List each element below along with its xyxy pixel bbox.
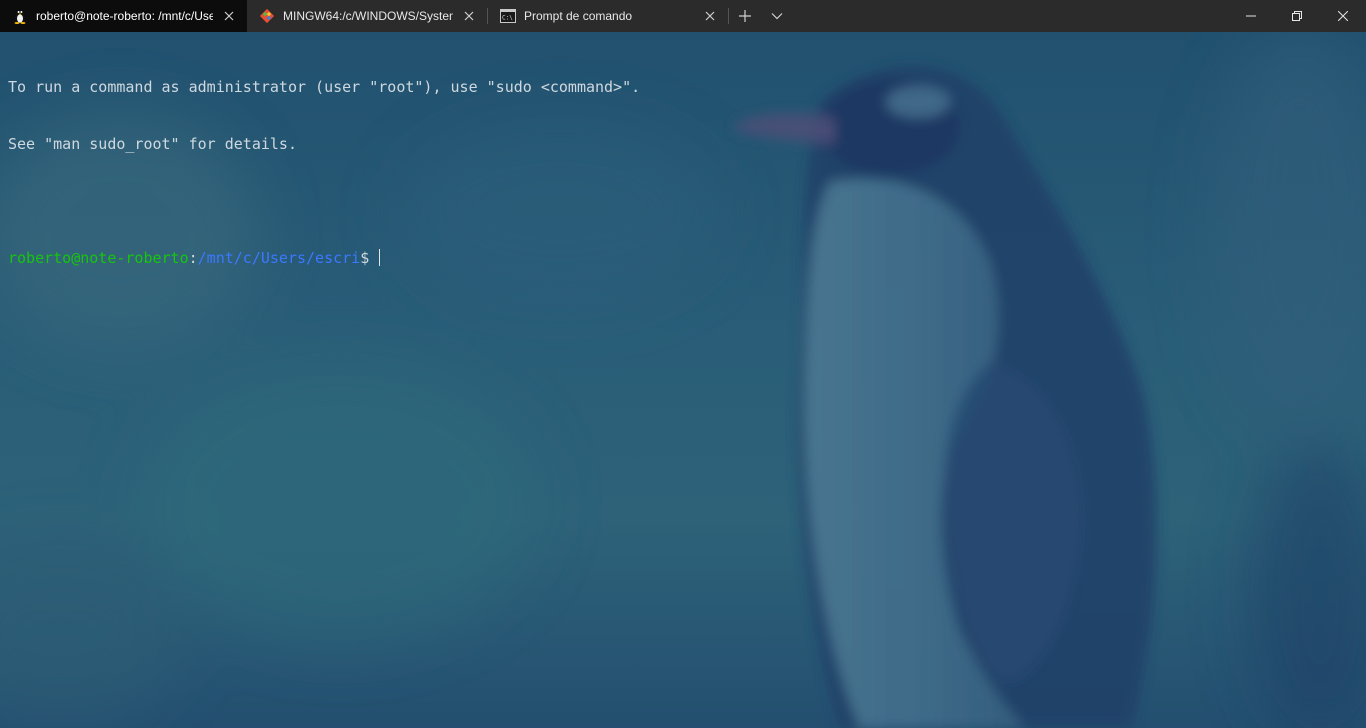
plus-icon [739, 10, 751, 22]
tab-dropdown-button[interactable] [761, 0, 793, 32]
terminal-output: To run a command as administrator (user … [8, 40, 640, 306]
tab-title: MINGW64:/c/WINDOWS/System32 [283, 9, 453, 23]
cmd-icon: C:\ [500, 8, 516, 24]
close-tab-icon[interactable] [698, 4, 722, 28]
output-line: See "man sudo_root" for details. [8, 135, 297, 153]
close-tab-icon[interactable] [217, 4, 241, 28]
tab-command-prompt[interactable]: C:\ Prompt de comando [488, 0, 728, 32]
close-tab-icon[interactable] [457, 4, 481, 28]
chevron-down-icon [771, 13, 783, 20]
text-cursor [379, 249, 381, 266]
close-window-button[interactable] [1320, 0, 1366, 32]
title-bar: roberto@note-roberto: /mnt/c/Users/escri… [0, 0, 1366, 32]
prompt-symbol: $ [360, 249, 379, 267]
tab-title: roberto@note-roberto: /mnt/c/Users/escri [36, 9, 213, 23]
prompt-line: roberto@note-roberto:/mnt/c/Users/escri$ [8, 249, 640, 268]
git-icon [259, 8, 275, 24]
new-tab-button[interactable] [729, 0, 761, 32]
restore-button[interactable] [1274, 0, 1320, 32]
tab-title: Prompt de comando [524, 9, 633, 23]
terminal-pane[interactable]: To run a command as administrator (user … [0, 32, 1366, 728]
prompt-path: /mnt/c/Users/escri [197, 249, 361, 267]
minimize-icon [1246, 15, 1256, 17]
output-line: To run a command as administrator (user … [8, 78, 641, 96]
prompt-user-host: roberto@note-roberto [8, 249, 189, 267]
tab-mingw64[interactable]: MINGW64:/c/WINDOWS/System32 [247, 0, 487, 32]
restore-icon [1292, 11, 1302, 21]
tab-linux[interactable]: roberto@note-roberto: /mnt/c/Users/escri [0, 0, 247, 32]
prompt-colon: : [188, 249, 198, 267]
svg-text:C:\: C:\ [502, 15, 513, 22]
linux-penguin-icon [12, 8, 28, 24]
close-icon [1338, 11, 1348, 21]
drag-region[interactable] [793, 0, 1228, 32]
minimize-button[interactable] [1228, 0, 1274, 32]
